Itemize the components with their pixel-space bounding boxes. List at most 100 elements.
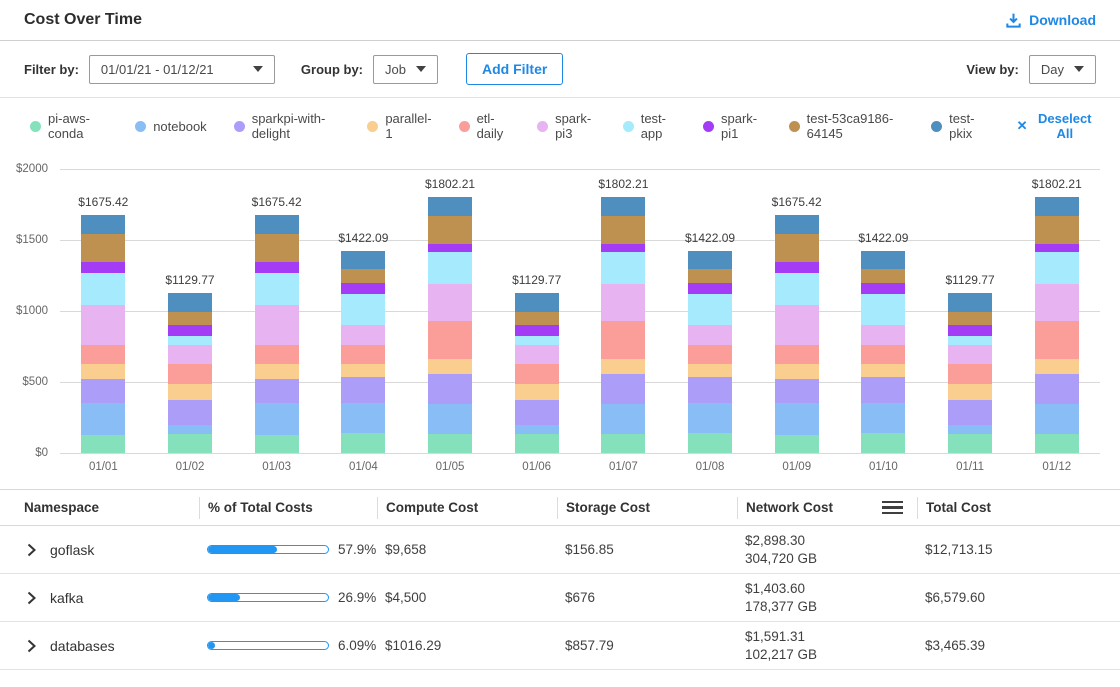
bar-segment-parallel-1[interactable] [515,384,559,400]
bar-segment-pi-aws-conda[interactable] [948,434,992,453]
bar-segment-test-53ca9186-64145[interactable] [168,312,212,324]
bar-segment-test-53ca9186-64145[interactable] [601,216,645,244]
bar-segment-test-app[interactable] [255,273,299,305]
bar-segment-test-app[interactable] [1035,252,1079,284]
bar-segment-notebook[interactable] [81,403,125,434]
bar-segment-notebook[interactable] [601,404,645,434]
bar-segment-pi-aws-conda[interactable] [81,435,125,453]
bar-segment-test-app[interactable] [688,294,732,326]
bar-segment-test-53ca9186-64145[interactable] [688,269,732,283]
bar-segment-spark-pi1[interactable] [601,244,645,253]
download-button[interactable]: Download [1005,12,1096,29]
legend-item-spark-pi1[interactable]: spark-pi1 [703,111,762,141]
bar-segment-spark-pi1[interactable] [255,262,299,273]
bar-segment-test-app[interactable] [861,294,905,326]
bar-segment-sparkpi-with-delight[interactable] [515,400,559,425]
stacked-bar-01/04[interactable]: $1422.09 [341,251,385,453]
expand-row-chevron-icon[interactable] [27,639,36,653]
bar-segment-test-pkix[interactable] [861,251,905,269]
bar-segment-test-53ca9186-64145[interactable] [775,234,819,262]
bar-segment-test-pkix[interactable] [948,293,992,313]
bar-segment-notebook[interactable] [861,403,905,433]
bar-segment-parallel-1[interactable] [775,364,819,379]
bar-segment-notebook[interactable] [168,425,212,434]
expand-row-chevron-icon[interactable] [27,543,36,557]
bar-segment-spark-pi3[interactable] [255,305,299,344]
bar-segment-test-53ca9186-64145[interactable] [861,269,905,283]
bar-segment-pi-aws-conda[interactable] [341,433,385,453]
view-by-dropdown[interactable]: Day [1029,55,1096,84]
bar-segment-spark-pi3[interactable] [168,345,212,365]
bar-segment-etl-daily[interactable] [1035,321,1079,358]
bar-segment-pi-aws-conda[interactable] [255,435,299,453]
stacked-bar-01/05[interactable]: $1802.21 [428,197,472,453]
group-by-dropdown[interactable]: Job [373,55,438,84]
bar-segment-parallel-1[interactable] [688,364,732,377]
bar-segment-spark-pi1[interactable] [341,283,385,294]
bar-segment-pi-aws-conda[interactable] [168,434,212,453]
bar-segment-sparkpi-with-delight[interactable] [688,377,732,403]
bar-segment-sparkpi-with-delight[interactable] [428,374,472,405]
legend-item-etl-daily[interactable]: etl-daily [459,111,511,141]
bar-segment-test-app[interactable] [515,336,559,345]
bar-segment-test-pkix[interactable] [775,215,819,233]
stacked-bar-01/01[interactable]: $1675.42 [81,215,125,453]
bar-segment-pi-aws-conda[interactable] [1035,434,1079,453]
bar-segment-spark-pi1[interactable] [168,325,212,336]
bar-segment-test-53ca9186-64145[interactable] [948,312,992,324]
namespace-label[interactable]: databases [50,638,115,654]
bar-segment-etl-daily[interactable] [341,345,385,364]
stacked-bar-01/08[interactable]: $1422.09 [688,251,732,453]
bar-segment-test-app[interactable] [775,273,819,305]
bar-segment-etl-daily[interactable] [255,345,299,365]
stacked-bar-01/02[interactable]: $1129.77 [168,293,212,453]
bar-segment-spark-pi3[interactable] [688,325,732,345]
bar-segment-parallel-1[interactable] [861,364,905,377]
bar-segment-sparkpi-with-delight[interactable] [341,377,385,403]
bar-segment-test-app[interactable] [341,294,385,326]
stacked-bar-01/10[interactable]: $1422.09 [861,251,905,453]
bar-segment-spark-pi3[interactable] [341,325,385,345]
legend-item-notebook[interactable]: notebook [135,119,207,134]
bar-segment-etl-daily[interactable] [428,321,472,358]
bar-segment-notebook[interactable] [515,425,559,434]
bar-segment-test-53ca9186-64145[interactable] [428,216,472,244]
bar-segment-parallel-1[interactable] [341,364,385,377]
bar-segment-notebook[interactable] [341,403,385,433]
bar-segment-spark-pi3[interactable] [428,284,472,321]
stacked-bar-01/11[interactable]: $1129.77 [948,293,992,453]
bar-segment-parallel-1[interactable] [1035,359,1079,374]
bar-segment-test-pkix[interactable] [81,215,125,233]
bar-segment-etl-daily[interactable] [775,345,819,365]
stacked-bar-01/06[interactable]: $1129.77 [515,293,559,453]
bar-segment-notebook[interactable] [948,425,992,434]
date-range-dropdown[interactable]: 01/01/21 - 01/12/21 [89,55,275,84]
bar-segment-notebook[interactable] [255,403,299,434]
legend-item-parallel-1[interactable]: parallel-1 [367,111,431,141]
bar-segment-test-app[interactable] [81,273,125,305]
bar-segment-test-53ca9186-64145[interactable] [81,234,125,262]
bar-segment-spark-pi1[interactable] [81,262,125,273]
bar-segment-notebook[interactable] [775,403,819,434]
namespace-label[interactable]: goflask [50,542,94,558]
bar-segment-spark-pi3[interactable] [601,284,645,321]
expand-row-chevron-icon[interactable] [27,591,36,605]
bar-segment-pi-aws-conda[interactable] [775,435,819,453]
bar-segment-spark-pi3[interactable] [861,325,905,345]
bar-segment-parallel-1[interactable] [168,384,212,400]
bar-segment-sparkpi-with-delight[interactable] [775,379,819,403]
bar-segment-test-53ca9186-64145[interactable] [255,234,299,262]
bar-segment-test-app[interactable] [428,252,472,284]
bar-segment-etl-daily[interactable] [81,345,125,365]
stacked-bar-01/09[interactable]: $1675.42 [775,215,819,453]
legend-item-sparkpi-with-delight[interactable]: sparkpi-with-delight [234,111,341,141]
stacked-bar-01/07[interactable]: $1802.21 [601,197,645,453]
bar-segment-etl-daily[interactable] [948,364,992,384]
bar-segment-spark-pi1[interactable] [1035,244,1079,253]
bar-segment-sparkpi-with-delight[interactable] [948,400,992,425]
bar-segment-test-app[interactable] [601,252,645,284]
bar-segment-test-pkix[interactable] [341,251,385,269]
bar-segment-notebook[interactable] [1035,404,1079,434]
bar-segment-test-pkix[interactable] [255,215,299,233]
bar-segment-test-pkix[interactable] [1035,197,1079,216]
